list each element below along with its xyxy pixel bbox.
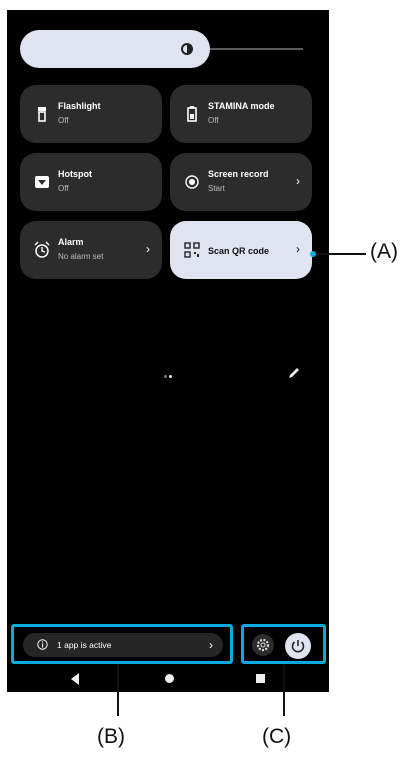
back-icon[interactable] xyxy=(71,673,79,685)
power-button[interactable] xyxy=(285,633,311,659)
settings-power-highlight xyxy=(241,624,326,664)
navigation-bar xyxy=(7,665,329,692)
tile-status: Off xyxy=(58,116,69,125)
tile-status: Off xyxy=(58,184,69,193)
settings-button[interactable] xyxy=(252,634,274,656)
info-icon xyxy=(37,639,48,650)
callout-c-label: (C) xyxy=(262,725,292,748)
brightness-icon xyxy=(181,43,193,55)
chevron-right-icon: › xyxy=(209,638,213,652)
tile-title: Hotspot xyxy=(58,169,92,179)
edit-pencil-icon[interactable] xyxy=(287,366,301,380)
active-apps-highlight: 1 app is active › xyxy=(11,624,233,664)
page-indicator xyxy=(164,365,174,383)
tile-status: No alarm set xyxy=(58,252,104,261)
tile-alarm[interactable]: Alarm No alarm set › xyxy=(20,221,162,279)
tile-status: Off xyxy=(208,116,219,125)
tile-flashlight[interactable]: Flashlight Off xyxy=(20,85,162,143)
tile-title: Flashlight xyxy=(58,101,101,111)
callout-b-label: (B) xyxy=(97,725,125,748)
tile-title: Scan QR code xyxy=(208,246,270,256)
tile-hotspot[interactable]: Hotspot Off xyxy=(20,153,162,211)
battery-icon xyxy=(187,106,197,122)
page-dot xyxy=(164,375,167,378)
active-apps-button[interactable]: 1 app is active › xyxy=(23,633,223,657)
tile-title: STAMINA mode xyxy=(208,101,275,111)
quick-settings-panel: Flashlight Off STAMINA mode Off Hotspot … xyxy=(7,10,329,692)
tile-title: Alarm xyxy=(58,237,84,247)
alarm-icon xyxy=(34,241,50,258)
tile-stamina-mode[interactable]: STAMINA mode Off xyxy=(170,85,312,143)
tile-scan-qr-code[interactable]: Scan QR code › xyxy=(170,221,312,279)
hotspot-icon xyxy=(35,176,49,188)
qr-code-icon xyxy=(184,242,200,258)
tile-status: Start xyxy=(208,184,225,193)
power-icon xyxy=(291,640,305,653)
chevron-right-icon: › xyxy=(146,242,150,256)
tile-screen-record[interactable]: Screen record Start › xyxy=(170,153,312,211)
page-dot-active xyxy=(169,375,172,378)
home-icon[interactable] xyxy=(165,674,174,683)
tile-title: Screen record xyxy=(208,169,269,179)
callout-a-line xyxy=(316,253,366,255)
chevron-right-icon: › xyxy=(296,242,300,256)
active-apps-label: 1 app is active xyxy=(57,640,112,650)
brightness-track[interactable] xyxy=(210,48,303,50)
callout-c-line xyxy=(283,664,285,716)
chevron-right-icon: › xyxy=(296,174,300,188)
callout-b-line xyxy=(117,664,119,716)
recents-icon[interactable] xyxy=(256,674,265,683)
record-icon xyxy=(185,175,199,189)
gear-icon xyxy=(256,638,270,652)
flashlight-icon xyxy=(38,107,46,122)
callout-a-label: (A) xyxy=(370,240,398,263)
